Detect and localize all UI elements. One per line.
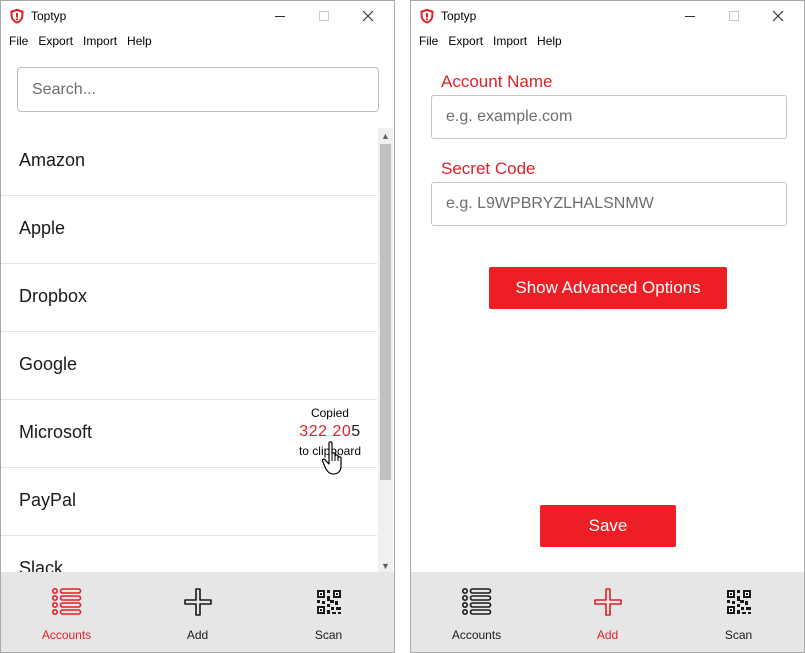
minimize-button[interactable]	[258, 1, 302, 31]
list-icon	[51, 587, 81, 615]
account-name: Slack	[19, 558, 64, 573]
account-name: Microsoft	[19, 422, 93, 442]
window-title: Toptyp	[31, 9, 67, 23]
nav-label: Add	[186, 628, 209, 642]
menu-help[interactable]: Help	[532, 31, 567, 51]
account-name-field[interactable]	[432, 96, 786, 138]
save-button[interactable]: Save	[540, 505, 676, 547]
account-name-label: Account Name	[441, 72, 553, 91]
secret-code-box	[431, 182, 787, 226]
list-item[interactable]: Microsoft Copied 322 205 to clipboard	[1, 400, 377, 475]
nav-label: Accounts	[451, 628, 502, 642]
search-box	[17, 67, 379, 112]
account-name: Amazon	[19, 150, 86, 170]
shield-icon	[420, 8, 434, 24]
accounts-window: Toptyp File Export Import Help Amazon Ap…	[0, 0, 395, 653]
maximize-icon	[729, 11, 739, 21]
list-scrollbar[interactable]: ▲ ▼	[378, 128, 393, 573]
title-bar: Toptyp	[411, 1, 804, 31]
nav-label: Add	[596, 628, 619, 642]
close-button[interactable]	[756, 1, 800, 31]
scroll-down-icon[interactable]: ▼	[378, 558, 393, 573]
account-name: PayPal	[19, 490, 77, 510]
close-button[interactable]	[346, 1, 390, 31]
nav-label: Scan	[724, 628, 753, 642]
minimize-icon	[685, 15, 695, 17]
nav-label: Accounts	[41, 628, 92, 642]
nav-scan[interactable]: Scan	[263, 572, 394, 652]
menu-bar: File Export Import Help	[411, 31, 804, 51]
menu-export[interactable]: Export	[443, 31, 488, 51]
account-name: Apple	[19, 218, 66, 238]
nav-scan[interactable]: Scan	[673, 572, 804, 652]
account-name-box	[431, 95, 787, 139]
title-bar: Toptyp	[1, 1, 394, 31]
shield-icon	[10, 8, 24, 24]
close-icon	[772, 10, 784, 22]
account-list: Amazon Apple Dropbox Google Microsoft Co…	[1, 128, 377, 573]
nav-accounts[interactable]: Accounts	[411, 572, 542, 652]
nav-accounts[interactable]: Accounts	[1, 572, 132, 652]
qr-code-icon	[726, 590, 751, 614]
qr-code-icon	[316, 590, 341, 614]
menu-bar: File Export Import Help	[1, 31, 394, 51]
add-account-window: Toptyp File Export Import Help Account N…	[410, 0, 805, 653]
menu-file[interactable]: File	[414, 31, 443, 51]
menu-help[interactable]: Help	[122, 31, 157, 51]
close-icon	[362, 10, 374, 22]
account-name: Google	[19, 354, 78, 374]
menu-import[interactable]: Import	[488, 31, 532, 51]
maximize-icon	[319, 11, 329, 21]
show-advanced-options-button[interactable]: Show Advanced Options	[489, 267, 727, 309]
plus-icon	[593, 588, 622, 616]
menu-import[interactable]: Import	[78, 31, 122, 51]
bottom-nav: Accounts Add Scan	[1, 572, 394, 652]
minimize-icon	[275, 15, 285, 17]
list-item[interactable]: Google	[1, 332, 377, 400]
otp-code-rest: 5	[351, 423, 361, 440]
bottom-nav: Accounts Add Scan	[411, 572, 804, 652]
menu-export[interactable]: Export	[33, 31, 78, 51]
window-title: Toptyp	[441, 9, 477, 23]
scroll-up-icon[interactable]: ▲	[378, 128, 393, 143]
otp-code-highlight: 322 20	[299, 423, 352, 440]
copied-label: Copied	[310, 406, 349, 420]
list-item[interactable]: Slack	[1, 536, 377, 573]
maximize-button[interactable]	[712, 1, 756, 31]
list-icon	[461, 587, 491, 615]
secret-code-field[interactable]	[432, 183, 786, 225]
plus-icon	[183, 588, 212, 616]
nav-add[interactable]: Add	[542, 572, 673, 652]
list-item[interactable]: Apple	[1, 196, 377, 264]
search-input[interactable]	[18, 68, 378, 111]
secret-code-label: Secret Code	[441, 159, 536, 178]
list-item[interactable]: Amazon	[1, 128, 377, 196]
account-name: Dropbox	[19, 286, 88, 306]
scroll-thumb[interactable]	[380, 144, 391, 480]
maximize-button[interactable]	[302, 1, 346, 31]
nav-add[interactable]: Add	[132, 572, 263, 652]
minimize-button[interactable]	[668, 1, 712, 31]
nav-label: Scan	[314, 628, 343, 642]
list-item[interactable]: Dropbox	[1, 264, 377, 332]
list-item[interactable]: PayPal	[1, 468, 377, 536]
menu-file[interactable]: File	[4, 31, 33, 51]
